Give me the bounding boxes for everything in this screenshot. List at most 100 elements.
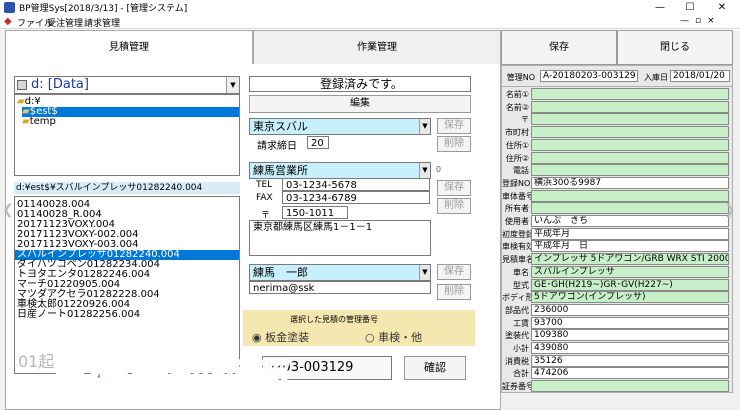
detail-row-field[interactable]: いんぷ きち (531, 215, 729, 227)
minimize-button[interactable]: — (648, 0, 672, 15)
detail-row-field[interactable] (531, 380, 729, 392)
staff-select[interactable]: 練馬 一郎 ▼ (249, 264, 431, 281)
chevron-down-icon[interactable]: ▼ (419, 265, 430, 280)
mdi-controls: —▫× (680, 16, 736, 26)
radio-unchecked-icon: ○ (365, 331, 379, 344)
detail-row-field[interactable]: 横浜300る9987 (531, 177, 729, 189)
file-path: d:¥est$¥スバルインプレッサ01282240.004 (14, 182, 240, 194)
menu-bar: ◆ ファイル 受注管理 請求管理 —▫× (0, 15, 740, 29)
detail-row-field[interactable] (531, 164, 729, 176)
radio-inspection[interactable]: ○ 車検・他 (365, 329, 422, 345)
detail-row-field[interactable]: 平成年月 日 (531, 240, 729, 252)
detail-row-label: 塗装代 (505, 331, 529, 340)
detail-row-label: 小計 (513, 344, 529, 353)
manage-no-detail: A-20180203-003129 (540, 70, 638, 82)
detail-row-field[interactable] (531, 190, 729, 202)
postal-field[interactable]: 150-1011 (282, 206, 348, 219)
detail-row-field[interactable]: インプレッサ 5ドアワゴン/GRB WRX STI 2000 (531, 253, 729, 265)
drive-label: d: [Data] (31, 77, 89, 92)
detail-row-label: 住所① (505, 141, 529, 150)
tel-label: TEL (256, 180, 273, 190)
mdi-restore-button[interactable]: ▫ (695, 16, 707, 26)
detail-row-label: 型式 (513, 281, 529, 290)
address-field[interactable]: 東京都練馬区練馬1－1－1 (249, 220, 431, 256)
list-item[interactable]: 日産ノート01282256.004 (15, 310, 239, 320)
detail-row-field[interactable]: スバルインプレッサ (531, 266, 729, 278)
company-delete-button[interactable]: 削除 (437, 136, 471, 152)
tab-estimate[interactable]: 見積管理 (5, 30, 253, 65)
chevron-down-icon[interactable]: ▼ (419, 163, 430, 178)
detail-row-field[interactable]: 474206 (531, 367, 729, 379)
confirm-button[interactable]: 確認 (404, 356, 466, 380)
detail-row-field[interactable]: 109380 (531, 329, 729, 341)
chevron-right-icon[interactable]: ❯ (724, 202, 736, 218)
detail-row-field[interactable]: 439080 (531, 342, 729, 354)
ghost-text: 01起 (18, 352, 55, 371)
entry-date-field[interactable]: 2018/01/20 (670, 70, 730, 82)
detail-row-field[interactable] (531, 101, 729, 113)
chevron-down-icon[interactable]: ▼ (226, 77, 239, 93)
fax-field[interactable]: 03-1234-6789 (282, 191, 430, 204)
mdi-close-button[interactable]: × (707, 16, 721, 26)
menu-billing[interactable]: 請求管理 (84, 16, 120, 29)
staff-save-button[interactable]: 保存 (437, 264, 471, 280)
detail-row-field[interactable]: 93700 (531, 317, 729, 329)
maximize-button[interactable]: ☐ (678, 0, 702, 15)
app-icon (4, 2, 15, 13)
radio-sheet-metal[interactable]: ◉ 板金塗装 (252, 329, 309, 345)
title-bar: BP管理Sys[2018/3/13] - [管理システム] — ☐ ✕ (0, 0, 740, 15)
detail-row-field[interactable] (531, 113, 729, 125)
radio-checked-icon: ◉ (252, 331, 266, 344)
company-select[interactable]: 東京スバル ▼ (249, 118, 431, 135)
edit-button[interactable]: 編集 (249, 95, 471, 113)
mdi-minimize-button[interactable]: — (680, 16, 695, 26)
manage-no-caption: 選択した見積の管理番号 (290, 315, 378, 324)
detail-row-field[interactable]: 35126 (531, 355, 729, 367)
tel-field[interactable]: 03-1234-5678 (282, 178, 430, 191)
save-button[interactable]: 保存 (501, 30, 617, 65)
detail-row-field[interactable]: 236000 (531, 304, 729, 316)
detail-row-field[interactable]: 5ドアワゴン(インプレッサ) (531, 291, 729, 303)
detail-row-field[interactable] (531, 88, 729, 100)
detail-row-field[interactable]: 平成年月 (531, 228, 729, 240)
email-field[interactable]: nerima@ssk (249, 281, 431, 294)
closing-day-label: 請求締日 (257, 141, 297, 152)
divider (502, 86, 732, 87)
detail-row-field[interactable]: GE･GH(H219~)GR･GV(H227~) (531, 279, 729, 291)
branch-save-button[interactable]: 保存 (437, 180, 471, 196)
branch-delete-button[interactable]: 削除 (437, 198, 471, 214)
chevron-down-icon[interactable]: ▼ (419, 119, 430, 134)
video-caption: 見積管理画面 (49, 354, 291, 403)
folder-tree[interactable]: ▰d:¥ ▰$est$ ▰temp (14, 94, 240, 176)
detail-row-field[interactable] (531, 202, 729, 214)
window-title: BP管理Sys[2018/3/13] - [管理システム] (19, 4, 188, 14)
detail-row-label: 所有者 (505, 204, 529, 213)
company-save-button[interactable]: 保存 (437, 118, 471, 134)
close-window-button[interactable]: ✕ (710, 0, 734, 15)
detail-row-label: 車検有効 (502, 242, 534, 251)
detail-row-label: 名前② (505, 103, 529, 112)
folder-icon: ▰ (22, 116, 30, 127)
tab-work[interactable]: 作業管理 (253, 30, 501, 65)
detail-row-label: 消費税 (505, 357, 529, 366)
detail-row-label: 証券番号 (502, 382, 534, 391)
drive-select[interactable]: d: [Data] ▼ (14, 76, 240, 94)
tree-item[interactable]: ▰temp (22, 117, 56, 127)
staff-delete-button[interactable]: 削除 (437, 284, 471, 300)
detail-row-label: 登録NO (502, 179, 531, 188)
detail-row-label: 使用者 (505, 217, 529, 226)
closing-day-field[interactable]: 20 (307, 136, 329, 149)
detail-row-label: 住所② (505, 154, 529, 163)
manage-no-label: 管理NO (506, 73, 535, 82)
branch-select[interactable]: 練馬営業所 ▼ (249, 162, 431, 179)
close-button[interactable]: 閉じる (617, 30, 733, 65)
menu-order[interactable]: 受注管理 (47, 16, 83, 29)
detail-row-label: 合計 (513, 369, 529, 378)
detail-row-label: 電話 (513, 166, 529, 175)
chevron-left-icon[interactable]: ❮ (2, 202, 14, 218)
detail-row-field[interactable] (531, 152, 729, 164)
detail-row-field[interactable] (531, 139, 729, 151)
detail-row-label: 見積車名 (502, 255, 534, 264)
detail-row-field[interactable] (531, 126, 729, 138)
menu-app-icon: ◆ (4, 16, 12, 27)
